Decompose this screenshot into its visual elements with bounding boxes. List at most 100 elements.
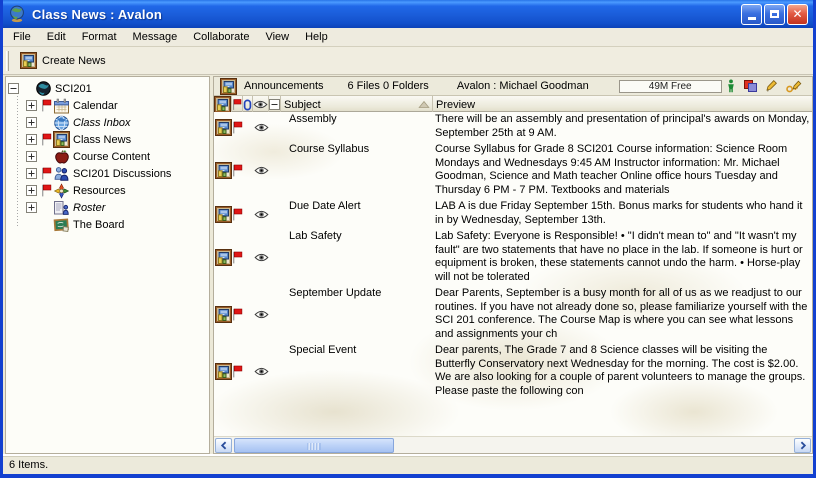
tree-item-the-board[interactable]: The Board [8,216,209,233]
expand-toggle-icon[interactable] [26,100,37,111]
tree-item-resources[interactable]: Resources [8,182,209,199]
message-preview: Lab Safety: Everyone is Responsible! • "… [433,229,812,286]
status-text: 6 Items. [9,459,48,471]
news-board-icon [220,78,237,95]
message-subject: Due Date Alert [281,199,433,229]
tree-item-class-inbox[interactable]: Class Inbox [8,114,209,131]
expand-toggle-icon[interactable] [26,134,37,145]
message-row[interactable]: September UpdateDear Parents, September … [214,286,812,343]
expand-toggle-icon[interactable] [26,151,37,162]
tree-item-sci201-discussions[interactable]: SCI201 Discussions [8,165,209,182]
news-board-icon [53,132,70,148]
message-preview: LAB A is due Friday September 15th. Bonu… [433,199,812,229]
eye-icon[interactable] [253,96,269,113]
menu-edit[interactable]: Edit [39,29,74,45]
tree-item-label: SCI201 Discussions [73,168,171,180]
menu-format[interactable]: Format [74,29,125,45]
tree-item-calendar[interactable]: Calendar [8,97,209,114]
message-list-pane: Announcements 6 Files 0 Folders Avalon :… [213,76,813,454]
list-column-header: Subject Preview [214,96,812,112]
copy-icon [743,79,758,93]
message-row[interactable]: Course SyllabusCourse Syllabus for Grade… [214,142,812,199]
flag-icon[interactable] [232,96,243,113]
collapse-minus-icon[interactable] [269,96,281,113]
collapse-slot [269,286,281,343]
collapse-toggle-icon[interactable] [8,83,19,94]
message-preview: Course Syllabus for Grade 8 SCI201 Cours… [433,142,812,199]
message-row[interactable]: AssemblyThere will be an assembly and pr… [214,112,812,142]
preview-header-label: Preview [436,99,475,111]
resources-icon [53,183,70,199]
quota-text: 49M Free [649,81,692,92]
news-item-icon [214,343,232,400]
minimize-icon [748,17,756,20]
user-icon [727,79,735,93]
menu-help[interactable]: Help [297,29,336,45]
tree-item-label: Class News [73,134,131,146]
create-news-button[interactable]: Create News [13,49,113,72]
pencil-icon [766,79,778,93]
minimize-button[interactable] [741,4,762,25]
message-preview: There will be an assembly and presentati… [433,112,812,142]
collapse-slot [269,142,281,199]
scroll-right-button[interactable] [794,438,811,453]
title-bar[interactable]: Class News : Avalon ✕ [3,0,813,28]
tree-item-class-news[interactable]: Class News [8,131,209,148]
news-board-icon[interactable] [214,96,232,113]
expand-toggle-icon[interactable] [26,185,37,196]
expand-toggle-icon[interactable] [26,202,37,213]
message-subject: Assembly [281,112,433,142]
collapse-slot [269,112,281,142]
create-news-label: Create News [42,55,106,67]
maximize-button[interactable] [764,4,785,25]
menu-message[interactable]: Message [125,29,186,45]
files-folders-count: 6 Files 0 Folders [348,80,429,92]
toolbar: Create News [3,47,813,75]
folder-tree-pane: SCI201 CalendarClass Inbox Class News Cours… [5,76,210,454]
flag-icon [232,286,243,343]
collapse-slot [269,343,281,400]
tree-item-course-content[interactable]: Course Content [8,148,209,165]
close-button[interactable]: ✕ [787,4,808,25]
paperclip-icon[interactable] [243,96,253,113]
conference-info-bar: Announcements 6 Files 0 Folders Avalon :… [214,77,812,96]
message-row[interactable]: Due Date AlertLAB A is due Friday Septem… [214,199,812,229]
news-item-icon [214,112,232,142]
discussions-icon [53,166,70,182]
tree-item-sci201[interactable]: SCI201 [8,80,209,97]
flag-icon [232,343,243,400]
expand-toggle-icon[interactable] [26,168,37,179]
tree-item-roster[interactable]: Roster [8,199,209,216]
news-item-icon [214,142,232,199]
message-row[interactable]: Lab SafetyLab Safety: Everyone is Respon… [214,229,812,286]
menu-collaborate[interactable]: Collaborate [185,29,257,45]
scrollbar-thumb[interactable] [234,438,394,453]
attachment-slot [243,142,253,199]
news-item-icon [214,199,232,229]
eye-icon [253,286,269,343]
scroll-left-button[interactable] [215,438,232,453]
subject-column-header[interactable]: Subject [281,96,433,113]
tree-item-label: SCI201 [55,83,92,95]
toolbar-grip[interactable] [6,51,9,71]
board-icon [53,217,70,233]
menu-view[interactable]: View [257,29,297,45]
status-bar: 6 Items. [3,454,813,474]
news-board-icon [20,52,37,69]
message-row[interactable]: Special EventDear parents, The Grade 7 a… [214,343,812,400]
expand-toggle-icon[interactable] [26,117,37,128]
attachment-slot [243,286,253,343]
eye-icon [253,199,269,229]
message-preview: Dear Parents, September is a busy month … [433,286,812,343]
sort-ascending-icon [418,100,430,109]
attachment-slot [243,199,253,229]
menu-file[interactable]: File [5,29,39,45]
window-title: Class News : Avalon [32,7,741,22]
flag-icon [232,229,243,286]
message-subject: September Update [281,286,433,343]
close-icon: ✕ [792,7,802,21]
flag-icon [41,99,53,112]
tree-item-label: The Board [73,219,124,231]
preview-column-header[interactable]: Preview [433,96,812,113]
roster-icon [53,200,70,216]
